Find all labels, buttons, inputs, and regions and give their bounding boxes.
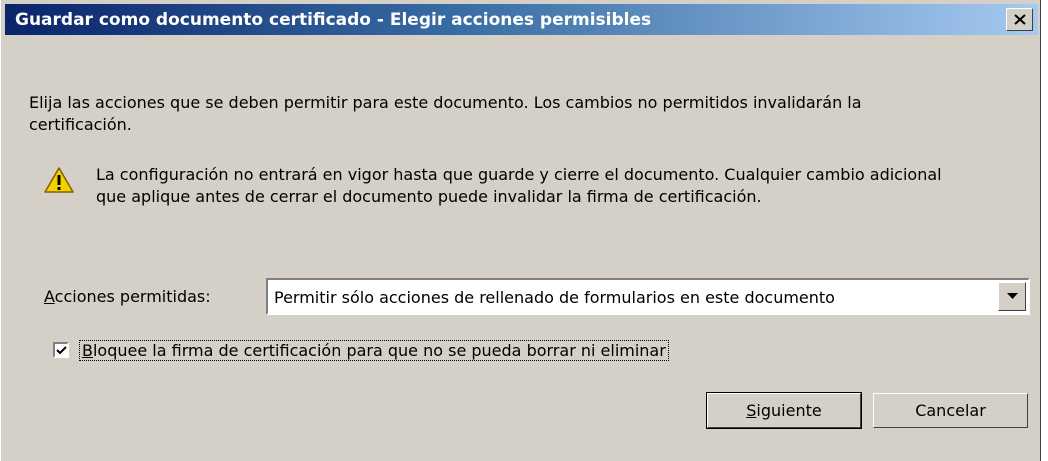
next-button[interactable]: Siguiente bbox=[706, 392, 862, 429]
dialog-window: Guardar como documento certificado - Ele… bbox=[0, 0, 1041, 461]
dropdown-arrow-button[interactable] bbox=[998, 282, 1026, 311]
title-bar[interactable]: Guardar como documento certificado - Ele… bbox=[5, 4, 1038, 35]
lock-signature-label[interactable]: Bloquee la firma de certificación para q… bbox=[79, 340, 669, 361]
close-button[interactable] bbox=[1006, 8, 1033, 31]
actions-dropdown[interactable]: Permitir sólo acciones de rellenado de f… bbox=[266, 278, 1030, 315]
next-mnemonic: S bbox=[746, 401, 757, 420]
lock-label-mnemonic: B bbox=[82, 341, 93, 360]
actions-dropdown-value: Permitir sólo acciones de rellenado de f… bbox=[274, 288, 835, 307]
cancel-button[interactable]: Cancelar bbox=[873, 393, 1028, 428]
actions-label: Acciones permitidas: bbox=[44, 287, 211, 306]
actions-label-text: cciones permitidas: bbox=[54, 287, 211, 306]
lock-signature-checkbox[interactable] bbox=[53, 342, 69, 358]
window-title: Guardar como documento certificado - Ele… bbox=[15, 10, 652, 30]
close-icon bbox=[1014, 14, 1026, 25]
chevron-down-icon bbox=[1007, 293, 1018, 299]
checkmark-icon bbox=[56, 346, 67, 355]
lock-label-text: loquee la firma de certificación para qu… bbox=[92, 341, 666, 360]
warning-text: La configuración no entrará en vigor has… bbox=[96, 165, 942, 206]
actions-label-mnemonic: A bbox=[44, 287, 55, 306]
intro-text: Elija las acciones que se deben permitir… bbox=[29, 93, 862, 134]
warning-icon bbox=[44, 167, 74, 193]
next-label: iguiente bbox=[756, 401, 822, 420]
